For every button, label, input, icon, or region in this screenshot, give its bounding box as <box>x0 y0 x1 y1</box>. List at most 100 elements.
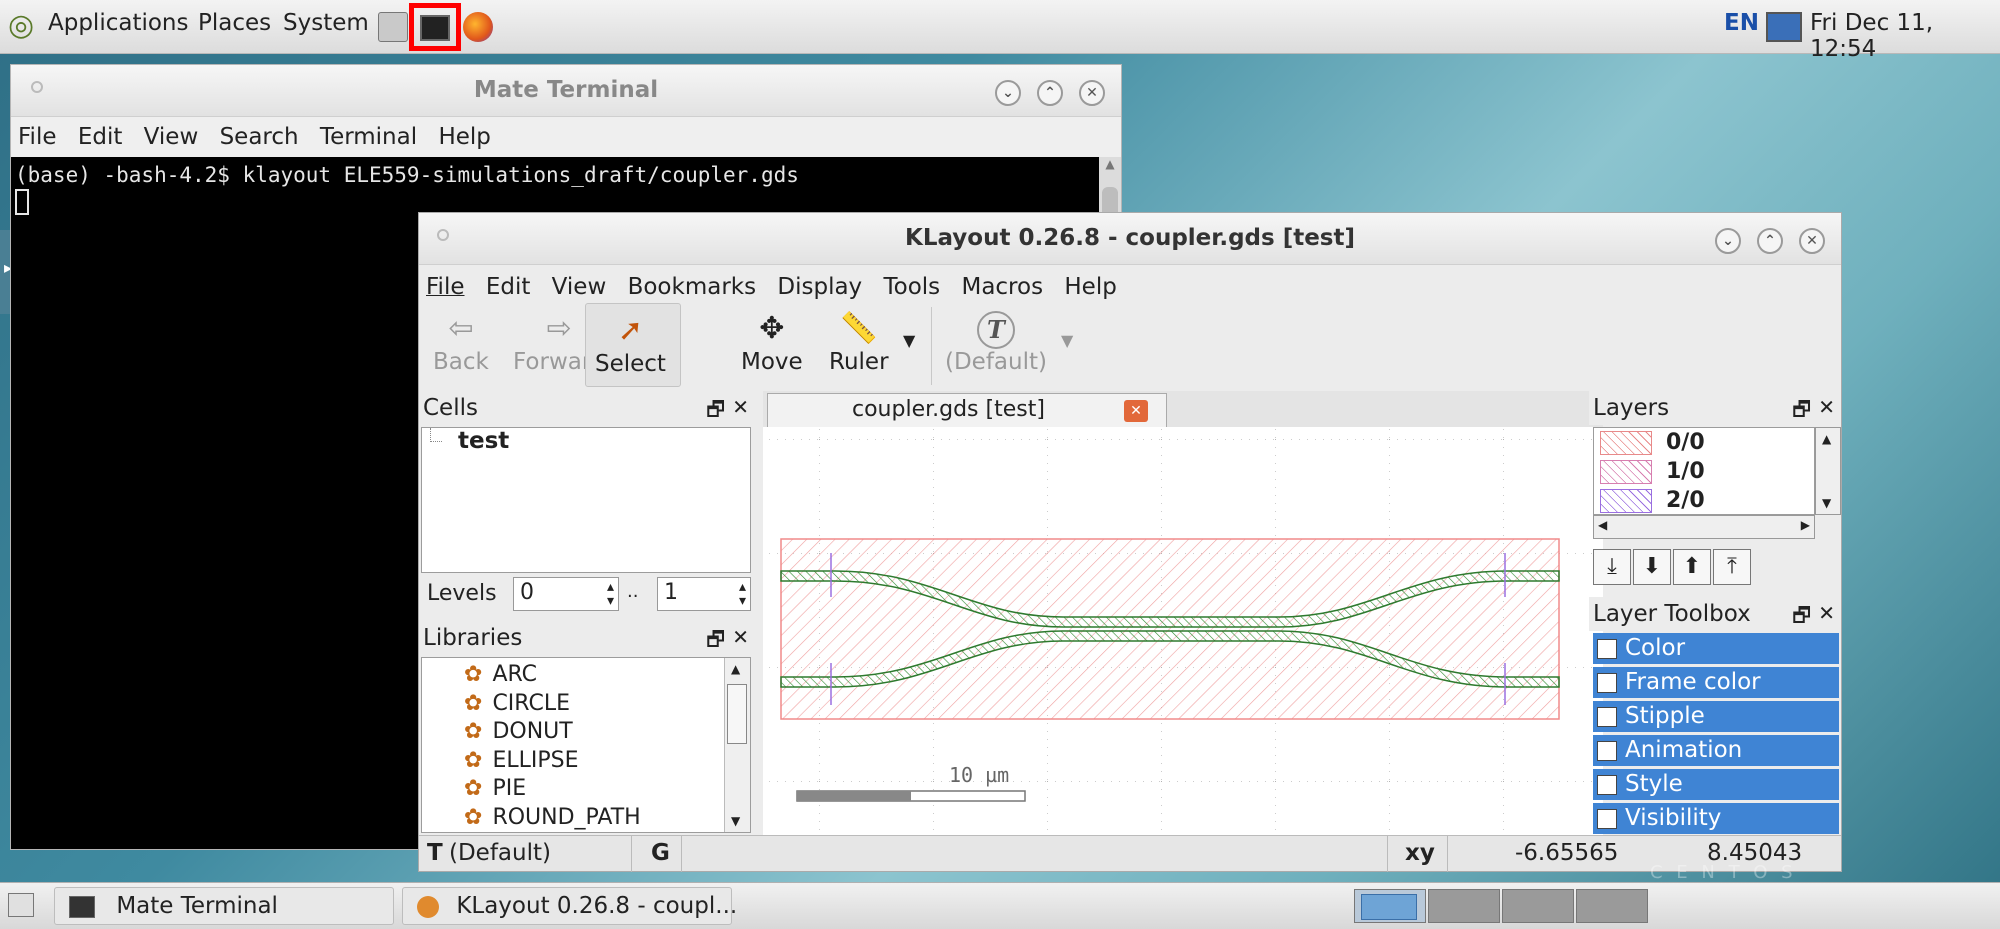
menu-bookmarks[interactable]: Bookmarks <box>621 267 764 300</box>
terminal-menu-terminal[interactable]: Terminal <box>313 117 424 150</box>
levels-to-spinbox[interactable]: 1 ▴ ▾ <box>657 577 751 611</box>
file-manager-launcher-icon[interactable] <box>378 12 408 42</box>
checkbox[interactable] <box>1597 672 1617 693</box>
layout-canvas[interactable]: 10 µm <box>763 427 1603 835</box>
applications-menu[interactable]: Applications <box>48 10 189 36</box>
terminal-menu-view[interactable]: View <box>137 117 206 150</box>
toolbox-color[interactable]: Color <box>1593 633 1839 664</box>
system-menu[interactable]: System <box>283 10 369 36</box>
terminal-menu-search[interactable]: Search <box>213 117 306 150</box>
clock[interactable]: Fri Dec 11, 12:54 <box>1810 10 2000 62</box>
default-mode-button[interactable]: T (Default) <box>945 309 1047 375</box>
layers-vscrollbar[interactable]: ▲ ▼ <box>1815 427 1841 515</box>
layers-hscrollbar[interactable]: ◀ ▶ <box>1593 515 1815 539</box>
float-icon[interactable]: 🗗 <box>706 625 725 659</box>
select-button[interactable]: ➚ Select <box>595 311 666 377</box>
float-icon[interactable]: 🗗 <box>706 395 725 429</box>
close-icon[interactable]: ✕ <box>1818 395 1835 419</box>
scroll-down-icon[interactable]: ▼ <box>1822 496 1831 510</box>
ruler-button[interactable]: 📏 Ruler <box>829 309 889 375</box>
toolbox-stipple[interactable]: Stipple <box>1593 701 1839 732</box>
maximize-icon[interactable]: ⌃ <box>1757 228 1783 254</box>
terminal-menu-file[interactable]: File <box>11 117 64 150</box>
float-icon[interactable]: 🗗 <box>1792 395 1811 429</box>
terminal-menu-edit[interactable]: Edit <box>71 117 130 150</box>
terminal-menu-help[interactable]: Help <box>431 117 497 150</box>
cell-item-test[interactable]: test <box>458 428 509 454</box>
libraries-scrollbar[interactable]: ▲ ▼ <box>724 658 750 832</box>
toolbox-animation[interactable]: Animation <box>1593 735 1839 766</box>
menu-display[interactable]: Display <box>770 267 869 300</box>
menu-tools[interactable]: Tools <box>876 267 947 300</box>
toolbox-frame-color[interactable]: Frame color <box>1593 667 1839 698</box>
layer-row[interactable]: 1/0 <box>1600 459 1705 485</box>
scroll-up-icon[interactable]: ▲ <box>1102 157 1118 181</box>
checkbox[interactable] <box>1597 774 1617 795</box>
scroll-right-icon[interactable]: ▶ <box>1801 518 1810 532</box>
libraries-scroll-thumb[interactable] <box>727 684 747 744</box>
library-item[interactable]: ✿ ELLIPSE <box>464 748 578 773</box>
show-desktop-icon[interactable] <box>8 893 34 917</box>
move-to-bottom-icon[interactable]: ⤓ <box>1593 549 1631 585</box>
move-down-icon[interactable]: ⬇ <box>1633 549 1671 585</box>
checkbox[interactable] <box>1597 808 1617 829</box>
menu-macros[interactable]: Macros <box>954 267 1050 300</box>
minimize-icon[interactable]: ⌄ <box>1715 228 1741 254</box>
minimize-icon[interactable]: ⌄ <box>995 80 1021 106</box>
tab-coupler[interactable]: coupler.gds [test] ✕ <box>767 393 1167 427</box>
keyboard-layout-indicator[interactable]: EN <box>1724 10 1759 36</box>
back-button[interactable]: ⇦ Back <box>433 309 489 375</box>
move-to-top-icon[interactable]: ⤒ <box>1713 549 1751 585</box>
workspace-2[interactable] <box>1428 889 1500 923</box>
layer-row[interactable]: 0/0 <box>1600 430 1705 456</box>
spin-arrows-icon[interactable]: ▴ ▾ <box>607 580 614 608</box>
scroll-down-icon[interactable]: ▼ <box>731 814 740 828</box>
scroll-up-icon[interactable]: ▲ <box>731 662 740 676</box>
library-item[interactable]: ✿ ROUND_PATH <box>464 805 641 830</box>
mate-logo-icon[interactable]: ◎ <box>8 8 34 43</box>
workspace-1[interactable] <box>1354 889 1426 923</box>
taskbar-item-terminal[interactable]: Mate Terminal <box>54 887 394 925</box>
library-item[interactable]: ✿ CIRCLE <box>464 691 570 716</box>
libraries-tree[interactable]: ✿ ARC ✿ CIRCLE ✿ DONUT ✿ ELLIPSE ✿ PIE ✿ ROUND… <box>421 657 751 833</box>
menu-edit[interactable]: Edit <box>479 267 538 300</box>
workspace-4[interactable] <box>1576 889 1648 923</box>
klayout-window[interactable]: KLayout 0.26.8 - coupler.gds [test] ⌄ ⌃ … <box>418 212 1842 872</box>
checkbox[interactable] <box>1597 638 1617 659</box>
close-icon[interactable]: ✕ <box>1799 228 1825 254</box>
tab-close-icon[interactable]: ✕ <box>1124 400 1148 422</box>
layers-list[interactable]: 0/0 1/0 2/0 <box>1593 427 1815 515</box>
firefox-launcher-icon[interactable] <box>463 12 493 42</box>
terminal-launcher-highlight[interactable] <box>409 3 461 51</box>
places-menu[interactable]: Places <box>198 10 271 36</box>
checkbox[interactable] <box>1597 706 1617 727</box>
default-dropdown-icon[interactable]: ▼ <box>1061 331 1073 350</box>
terminal-titlebar[interactable]: Mate Terminal ⌄ ⌃ ✕ <box>11 65 1121 117</box>
window-menu-icon[interactable] <box>31 81 43 93</box>
close-icon[interactable]: ✕ <box>732 625 749 649</box>
library-item[interactable]: ✿ DONUT <box>464 719 573 744</box>
close-icon[interactable]: ✕ <box>732 395 749 419</box>
library-item[interactable]: ✿ PIE <box>464 776 526 801</box>
move-up-icon[interactable]: ⬆ <box>1673 549 1711 585</box>
move-button[interactable]: ✥ Move <box>741 309 803 375</box>
spin-arrows-icon[interactable]: ▴ ▾ <box>739 580 746 608</box>
ruler-dropdown-icon[interactable]: ▼ <box>903 331 915 350</box>
library-item[interactable]: ✿ ARC <box>464 662 537 687</box>
maximize-icon[interactable]: ⌃ <box>1037 80 1063 106</box>
workspace-3[interactable] <box>1502 889 1574 923</box>
cells-tree[interactable]: test <box>421 427 751 573</box>
window-menu-icon[interactable] <box>437 229 449 241</box>
close-icon[interactable]: ✕ <box>1818 601 1835 625</box>
menu-file[interactable]: File <box>419 267 472 300</box>
menu-view[interactable]: View <box>545 267 614 300</box>
menu-help[interactable]: Help <box>1057 267 1123 300</box>
checkbox[interactable] <box>1597 740 1617 761</box>
klayout-titlebar[interactable]: KLayout 0.26.8 - coupler.gds [test] ⌄ ⌃ … <box>419 213 1841 265</box>
scroll-up-icon[interactable]: ▲ <box>1822 432 1831 446</box>
toolbox-visibility[interactable]: Visibility <box>1593 803 1839 834</box>
close-icon[interactable]: ✕ <box>1079 80 1105 106</box>
scroll-left-icon[interactable]: ◀ <box>1598 518 1607 532</box>
taskbar-item-klayout[interactable]: KLayout 0.26.8 - coupl... <box>402 887 737 925</box>
levels-from-spinbox[interactable]: 0 ▴ ▾ <box>513 577 619 611</box>
